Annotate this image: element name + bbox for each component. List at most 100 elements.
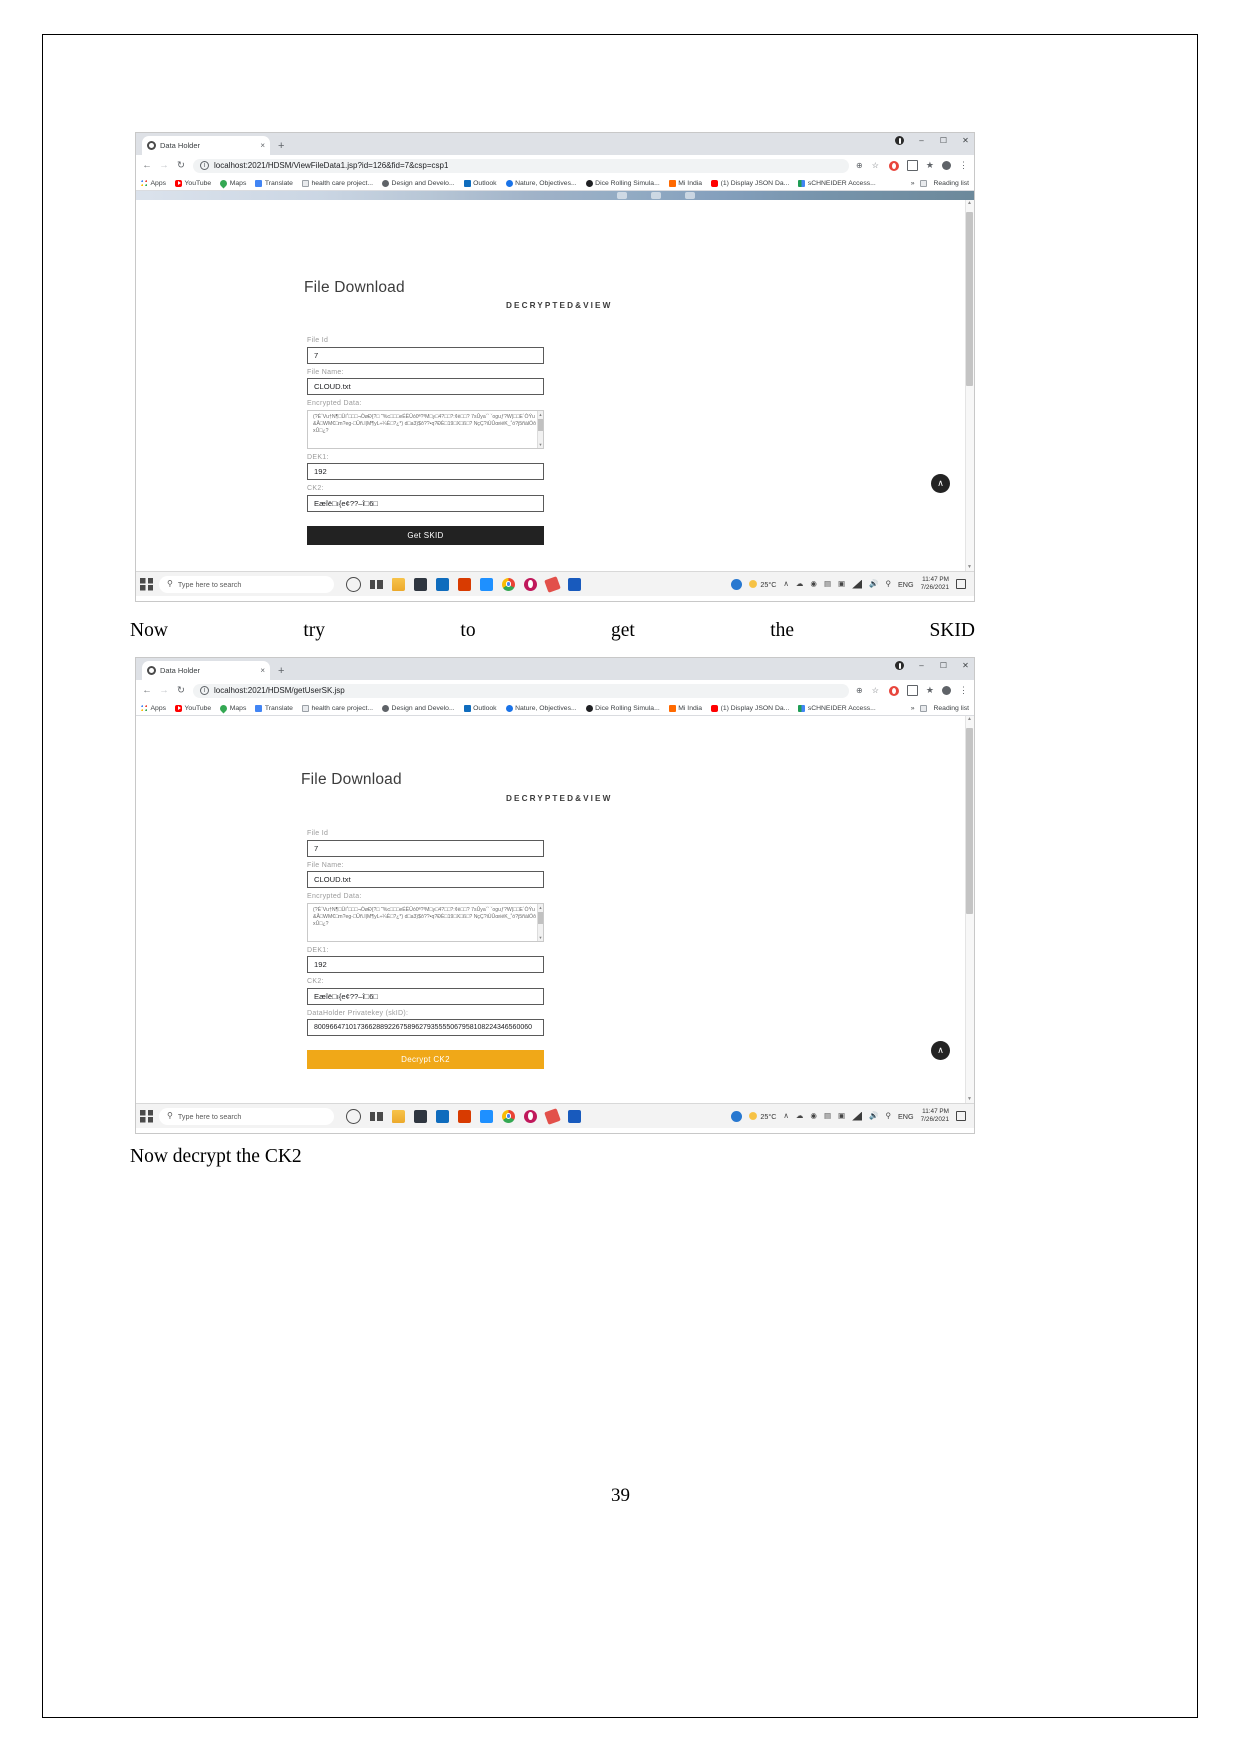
onedrive-icon[interactable]: ☁ bbox=[796, 580, 804, 588]
ck2-input[interactable]: Eæîë□ı{e¢??–î□6□ bbox=[307, 494, 544, 512]
word-icon[interactable] bbox=[568, 1109, 581, 1123]
chrome-menu-icon[interactable]: ⋮ bbox=[959, 686, 968, 695]
battery-icon[interactable]: ▤ bbox=[824, 580, 831, 588]
show-hidden-icons-button[interactable]: ∧ bbox=[783, 1112, 789, 1120]
get-skid-button[interactable]: Get SKID bbox=[307, 525, 544, 545]
address-bar[interactable]: i localhost:2021/HDSM/getUserSK.jsp bbox=[193, 683, 850, 698]
word-icon[interactable] bbox=[568, 577, 581, 591]
cortana-circle-icon[interactable] bbox=[346, 1108, 361, 1124]
search-input[interactable]: ⚲ Type here to search bbox=[159, 575, 334, 593]
mail-icon[interactable] bbox=[480, 1109, 493, 1123]
extensions-puzzle-icon[interactable]: ★ bbox=[926, 686, 934, 695]
weather-widget[interactable]: 25°C bbox=[749, 1112, 776, 1121]
bookmark-item[interactable]: Apps bbox=[141, 179, 166, 187]
page-scrollbar[interactable]: ▲ ▼ bbox=[965, 200, 974, 571]
minimize-button[interactable]: – bbox=[917, 136, 926, 145]
browser-tab[interactable]: Data Holder × bbox=[142, 136, 270, 155]
mail-icon[interactable] bbox=[480, 577, 493, 591]
clock[interactable]: 11:47 PM 7/26/2021 bbox=[921, 1108, 949, 1124]
reading-list-label[interactable]: Reading list bbox=[933, 180, 969, 187]
bookmark-item[interactable]: Mi India bbox=[668, 179, 702, 187]
pen-icon[interactable] bbox=[544, 1107, 561, 1125]
bookmark-item[interactable]: Dice Rolling Simula... bbox=[585, 704, 660, 712]
avatar[interactable] bbox=[942, 161, 951, 170]
page-scrollbar[interactable]: ▲ ▼ bbox=[965, 716, 974, 1103]
bookmark-star-icon[interactable]: ☆ bbox=[872, 686, 879, 695]
chrome-icon[interactable] bbox=[502, 1109, 515, 1123]
file-id-input[interactable]: 7 bbox=[307, 839, 544, 857]
store-icon[interactable] bbox=[414, 1109, 427, 1123]
extension-square-icon[interactable] bbox=[906, 160, 918, 171]
new-tab-button[interactable]: + bbox=[278, 141, 284, 152]
file-id-input[interactable]: 7 bbox=[307, 346, 544, 364]
profile-icon[interactable] bbox=[895, 136, 904, 145]
bookmark-item[interactable]: Design and Develo... bbox=[382, 179, 455, 187]
close-icon[interactable]: × bbox=[260, 666, 265, 675]
outlook-icon[interactable] bbox=[436, 1109, 449, 1123]
file-explorer-icon[interactable] bbox=[392, 577, 405, 591]
minimize-button[interactable]: – bbox=[917, 661, 926, 670]
scrollbar-thumb[interactable] bbox=[966, 728, 973, 914]
bookmark-item[interactable]: Design and Develo... bbox=[382, 704, 455, 712]
pen-icon[interactable] bbox=[544, 575, 561, 593]
bookmark-item[interactable]: Translate bbox=[255, 704, 293, 712]
scroll-up-arrow[interactable]: ▲ bbox=[966, 201, 973, 206]
language-indicator[interactable]: ENG bbox=[898, 1112, 914, 1121]
back-icon[interactable]: ← bbox=[142, 686, 152, 696]
site-info-icon[interactable]: i bbox=[200, 161, 209, 170]
network-icon[interactable] bbox=[852, 1111, 863, 1121]
weather-widget[interactable]: 25°C bbox=[749, 580, 776, 589]
task-view-icon[interactable] bbox=[370, 577, 383, 591]
search-input[interactable]: ⚲ Type here to search bbox=[159, 1107, 334, 1125]
outlook-icon[interactable] bbox=[436, 577, 449, 591]
volume-icon[interactable]: 🔊 bbox=[869, 1112, 878, 1120]
bookmark-item[interactable]: Nature, Objectives... bbox=[505, 704, 577, 712]
windows-start-icon[interactable] bbox=[140, 577, 153, 591]
chrome-icon[interactable] bbox=[502, 577, 515, 591]
opera-icon[interactable] bbox=[524, 577, 537, 591]
back-to-top-button[interactable]: ∧ bbox=[931, 1041, 950, 1060]
ck2-input[interactable]: Eæîë□ı{e¢??–î□6□ bbox=[307, 987, 544, 1005]
bookmark-item[interactable]: (1) Display JSON Da... bbox=[711, 704, 789, 712]
chrome-menu-icon[interactable]: ⋮ bbox=[959, 161, 968, 170]
bookmarks-overflow-button[interactable]: » bbox=[911, 180, 915, 187]
display-icon[interactable]: ▣ bbox=[838, 580, 845, 588]
bookmark-item[interactable]: Apps bbox=[141, 704, 166, 712]
extensions-puzzle-icon[interactable]: ★ bbox=[926, 161, 934, 170]
reload-icon[interactable]: ↻ bbox=[176, 686, 186, 696]
onedrive-icon[interactable]: ☁ bbox=[796, 1112, 804, 1120]
network-icon[interactable] bbox=[852, 579, 863, 589]
bookmarks-overflow-button[interactable]: » bbox=[911, 705, 915, 712]
cortana-circle-icon[interactable] bbox=[346, 576, 361, 592]
scrollbar-thumb[interactable] bbox=[537, 418, 543, 431]
tray-app-icon[interactable] bbox=[731, 578, 743, 590]
store-icon[interactable] bbox=[414, 577, 427, 591]
scroll-down-arrow[interactable]: ▼ bbox=[966, 565, 973, 570]
zoom-icon[interactable]: ⊕ bbox=[856, 686, 863, 695]
office-icon[interactable] bbox=[458, 1109, 471, 1123]
bookmark-item[interactable]: sCHNEIDER Access... bbox=[798, 179, 876, 187]
avatar[interactable] bbox=[942, 686, 951, 695]
encrypted-data-textarea[interactable]: (?ÉˇVu†N¶□Üí˚□□□¬ÒøÐ{?□ ˜%c□□□eÉËÛó0ª?³M… bbox=[307, 902, 544, 942]
reading-list-label[interactable]: Reading list bbox=[933, 705, 969, 712]
volume-icon[interactable]: 🔊 bbox=[869, 580, 878, 588]
clock[interactable]: 11:47 PM 7/26/2021 bbox=[921, 576, 949, 592]
opera-extension-icon[interactable] bbox=[888, 160, 899, 171]
bookmark-item[interactable]: YouTube bbox=[175, 704, 211, 712]
browser-tab[interactable]: Data Holder × bbox=[142, 661, 270, 680]
scrollbar-thumb[interactable] bbox=[966, 212, 973, 386]
textarea-scrollbar[interactable] bbox=[537, 903, 543, 941]
scrollbar-thumb[interactable] bbox=[537, 911, 543, 924]
bookmark-item[interactable]: YouTube bbox=[175, 179, 211, 187]
notification-icon[interactable] bbox=[956, 579, 966, 589]
close-icon[interactable]: × bbox=[260, 141, 265, 150]
back-icon[interactable]: ← bbox=[142, 161, 152, 171]
dek1-input[interactable]: 192 bbox=[307, 956, 544, 973]
close-window-button[interactable]: ✕ bbox=[961, 661, 970, 670]
office-icon[interactable] bbox=[458, 577, 471, 591]
scroll-up-arrow[interactable]: ▲ bbox=[966, 717, 973, 722]
back-to-top-button[interactable]: ∧ bbox=[931, 474, 950, 493]
encrypted-data-textarea[interactable]: (?ÉˇVu†N¶□Üí˚□□□¬ÒøÐ{?□ ˜%c□□□eÉËÛó0ª?³M… bbox=[307, 409, 544, 449]
address-bar[interactable]: i localhost:2021/HDSM/ViewFileData1.jsp?… bbox=[193, 158, 850, 173]
profile-icon[interactable] bbox=[895, 661, 904, 670]
